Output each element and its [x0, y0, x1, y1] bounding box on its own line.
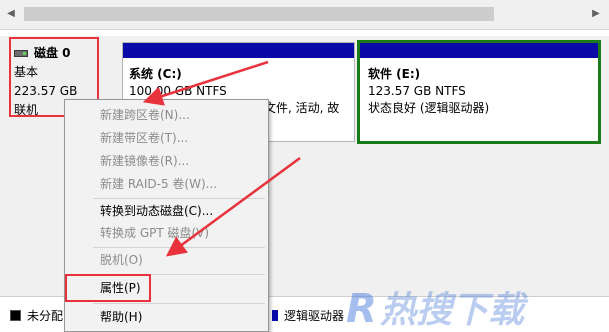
- partition-c-name: 系统 (C:): [129, 67, 182, 81]
- scroll-left-arrow-icon[interactable]: ◀: [4, 5, 18, 23]
- scroll-right-arrow-icon[interactable]: ▶: [589, 5, 603, 23]
- legend-logical-drive: 逻辑驱动器: [272, 307, 344, 324]
- partition-e-size: 123.57 GB NTFS: [368, 84, 466, 98]
- partition-e[interactable]: 软件 (E:) 123.57 GB NTFS 状态良好 (逻辑驱动器): [357, 40, 601, 144]
- menu-item-new-striped-volume[interactable]: 新建带区卷(T)...: [65, 127, 268, 149]
- logical-drive-swatch: [272, 310, 278, 321]
- unallocated-swatch: [10, 310, 21, 321]
- scrollbar-thumb[interactable]: [24, 7, 494, 21]
- legend-unallocated: 未分配: [10, 307, 63, 324]
- partition-c-size: 100.00 GB NTFS: [129, 84, 227, 98]
- menu-separator: [93, 303, 265, 304]
- partition-c-bar: [123, 43, 354, 58]
- menu-separator: [93, 198, 265, 199]
- menu-item-offline[interactable]: 脱机(O): [65, 249, 268, 271]
- legend-unallocated-label: 未分配: [27, 309, 64, 323]
- menu-item-convert-gpt[interactable]: 转换成 GPT 磁盘(V): [65, 222, 268, 244]
- partition-e-status: 状态良好 (逻辑驱动器): [368, 101, 490, 115]
- legend-logical-drive-label: 逻辑驱动器: [284, 309, 345, 323]
- properties-highlight-box: [65, 274, 151, 302]
- menu-item-help[interactable]: 帮助(H): [65, 306, 268, 328]
- partition-e-bar: [360, 43, 598, 58]
- menu-separator: [93, 247, 265, 248]
- partition-e-name: 软件 (E:): [368, 67, 421, 81]
- horizontal-scrollbar[interactable]: ◀ ▶: [0, 0, 609, 30]
- menu-item-new-spanned-volume[interactable]: 新建跨区卷(N)...: [65, 104, 268, 126]
- menu-item-new-mirrored-volume[interactable]: 新建镜像卷(R)...: [65, 150, 268, 172]
- menu-item-new-raid5-volume[interactable]: 新建 RAID-5 卷(W)...: [65, 173, 268, 195]
- menu-item-convert-dynamic[interactable]: 转换到动态磁盘(C)...: [65, 200, 268, 222]
